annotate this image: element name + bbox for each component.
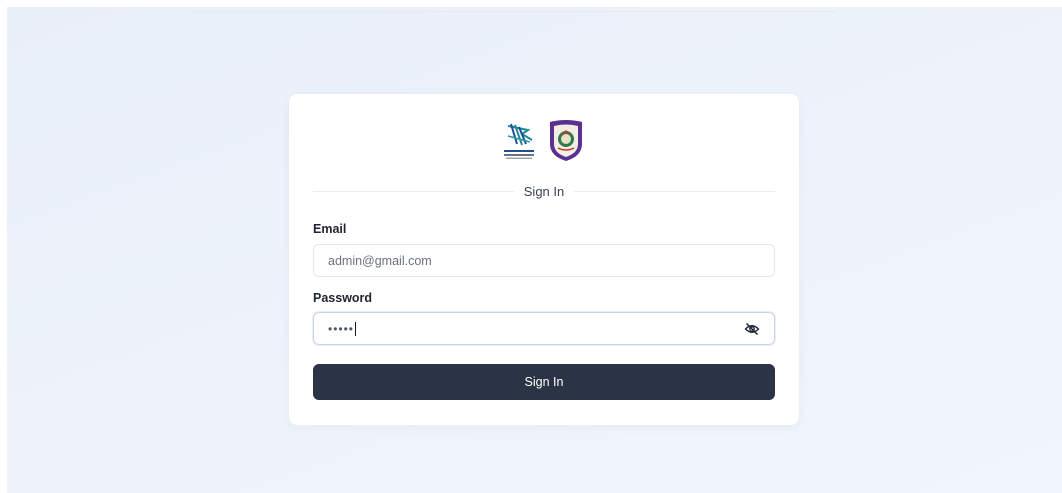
crest-logo [550,120,582,161]
login-card: Sign In Email admin@gmail.com Password •… [289,94,799,425]
password-masked-value: ••••• [328,321,357,336]
password-dots: ••••• [328,321,355,336]
sign-in-button[interactable]: Sign In [313,364,775,400]
partner-logo [504,123,534,159]
eye-off-icon[interactable] [744,321,760,337]
top-divider [190,11,836,12]
password-input[interactable]: ••••• [313,312,775,345]
divider-line-left [313,190,514,192]
logo-row [289,118,799,162]
divider-line-right [574,190,776,192]
page-title: Sign In [523,183,565,199]
text-caret [355,321,357,336]
password-label: Password [313,291,373,305]
email-label: Email [313,222,347,236]
email-input[interactable]: admin@gmail.com [313,244,775,277]
page-background: Sign In Email admin@gmail.com Password •… [7,7,1062,493]
email-value: admin@gmail.com [328,253,432,268]
title-divider: Sign In [313,180,776,202]
